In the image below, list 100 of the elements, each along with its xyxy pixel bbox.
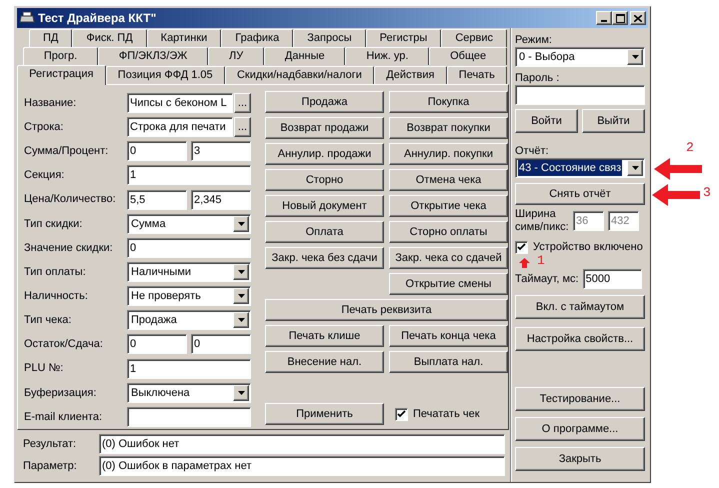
- side-button[interactable]: О программе...: [515, 417, 645, 441]
- text-field[interactable]: Строка для печати: [127, 117, 233, 138]
- login-button[interactable]: Войти: [515, 109, 578, 133]
- annotation-arrow-icon: [654, 158, 702, 180]
- apply-button[interactable]: Применить: [265, 403, 384, 425]
- maximize-button[interactable]: [612, 11, 628, 25]
- action-button[interactable]: Открытие смены: [389, 273, 508, 295]
- action-button[interactable]: Отмена чека: [389, 169, 508, 191]
- maximize-icon: [616, 14, 624, 22]
- action-button[interactable]: Аннулир. продажи: [265, 143, 384, 165]
- checkbox[interactable]: [515, 240, 528, 254]
- dropdown-arrow-icon: [238, 294, 244, 298]
- field-label: PLU №:: [24, 361, 64, 376]
- close-icon: [634, 14, 642, 22]
- text-field[interactable]: 0: [191, 334, 251, 354]
- tab[interactable]: ЛУ: [208, 47, 264, 65]
- dropdown-field[interactable]: 43 - Состояние связ: [515, 158, 645, 178]
- action-button[interactable]: Сторно: [265, 169, 384, 191]
- tab[interactable]: Данные: [264, 47, 346, 65]
- field-label: Секция:: [24, 168, 66, 184]
- side-button[interactable]: Тестирование...: [515, 387, 645, 411]
- text-field[interactable]: 3: [191, 141, 251, 162]
- tab[interactable]: Графика: [221, 29, 294, 47]
- side-button[interactable]: Закрыть: [515, 447, 645, 471]
- text-field[interactable]: [515, 85, 645, 105]
- tab[interactable]: Ниж. ур.: [345, 47, 430, 65]
- text-field[interactable]: 0: [127, 141, 187, 162]
- text-field[interactable]: (0) Ошибок в параметрах нет: [99, 456, 505, 476]
- action-button[interactable]: Печать конца чека: [389, 325, 508, 347]
- tab[interactable]: ФП/ЭКЛЗ/ЭЖ: [98, 47, 208, 65]
- tab[interactable]: Регистрация: [17, 65, 106, 85]
- action-button[interactable]: Внесение нал.: [265, 351, 384, 373]
- dropdown-field[interactable]: Выключена: [127, 382, 251, 403]
- browse-button[interactable]: ...: [234, 93, 251, 114]
- checkbox[interactable]: [395, 408, 408, 420]
- tab[interactable]: Сервис: [441, 29, 507, 47]
- field-label: Режим:: [515, 33, 553, 47]
- field-label: Тип оплаты:: [24, 264, 87, 280]
- tab[interactable]: Регистры: [366, 29, 442, 47]
- login-button[interactable]: Выйти: [582, 109, 645, 133]
- action-button[interactable]: Аннулир. покупки: [389, 143, 508, 165]
- action-button[interactable]: Возврат продажи: [265, 117, 384, 139]
- action-button[interactable]: Закр. чека со сдачей: [389, 247, 508, 269]
- annotation-arrow-icon: [519, 258, 530, 268]
- annotation-number: 3: [703, 186, 711, 199]
- tab[interactable]: Позиция ФФД 1.05: [106, 66, 225, 84]
- action-button[interactable]: Продажа: [265, 91, 384, 113]
- action-button[interactable]: Сторно оплаты: [389, 221, 508, 243]
- field-label: Наличность:: [24, 288, 89, 304]
- dropdown-arrow-icon: [238, 270, 244, 274]
- dropdown-field[interactable]: 0 - Выбора: [515, 47, 645, 67]
- dropdown-arrow-icon: [238, 222, 244, 226]
- status-label: Результат:: [23, 436, 78, 452]
- report-button[interactable]: Снять отчёт: [515, 183, 645, 205]
- minimize-button[interactable]: [596, 11, 612, 25]
- tab[interactable]: Действия: [374, 66, 447, 84]
- status-label: Параметр:: [23, 458, 78, 474]
- dropdown-arrow-icon: [632, 55, 638, 59]
- text-field[interactable]: 5000: [582, 269, 642, 289]
- dropdown-arrow-icon: [632, 166, 638, 170]
- side-button[interactable]: Настройка свойств...: [515, 327, 645, 351]
- text-field[interactable]: 1: [127, 358, 251, 379]
- field-label: Название:: [24, 96, 78, 111]
- action-button[interactable]: Печать клише: [265, 325, 384, 347]
- tab[interactable]: ПД: [29, 29, 72, 47]
- text-field[interactable]: 0: [127, 334, 187, 354]
- text-field[interactable]: Чипсы с беконом L: [127, 93, 233, 114]
- tab[interactable]: Печать: [446, 66, 508, 84]
- action-button[interactable]: Новый документ: [265, 195, 384, 217]
- text-field[interactable]: 2,345: [191, 190, 251, 210]
- field-label: Значение скидки:: [24, 240, 114, 256]
- checkbox-label: Устройство включено: [533, 240, 643, 255]
- window-title: Тест Драйвера ККТ": [38, 10, 156, 27]
- close-button[interactable]: [630, 11, 646, 25]
- action-button[interactable]: Закр. чека без сдачи: [265, 247, 384, 269]
- tab[interactable]: Общее: [429, 47, 507, 65]
- field-label: Остаток/Сдача:: [24, 337, 104, 352]
- tab[interactable]: Картинки: [146, 29, 222, 47]
- text-field[interactable]: (0) Ошибок нет: [99, 434, 505, 454]
- dropdown-field[interactable]: Наличными: [127, 262, 251, 282]
- text-field[interactable]: [127, 406, 251, 427]
- action-button[interactable]: Оплата: [265, 221, 384, 243]
- tab[interactable]: Скидки/надбавки/налоги: [224, 66, 374, 84]
- side-button[interactable]: Вкл. с таймаутом: [515, 295, 645, 319]
- text-field[interactable]: 5,5: [127, 190, 187, 210]
- tab[interactable]: Прогр.: [23, 47, 98, 65]
- text-field[interactable]: 1: [127, 165, 251, 186]
- dropdown-field[interactable]: Не проверять: [127, 286, 251, 306]
- dropdown-field[interactable]: Сумма: [127, 214, 251, 234]
- action-button[interactable]: Печать реквизита: [265, 299, 508, 321]
- dropdown-field[interactable]: Продажа: [127, 310, 251, 330]
- action-button[interactable]: Открытие чека: [389, 195, 508, 217]
- browse-button[interactable]: ...: [234, 117, 251, 138]
- action-button[interactable]: Выплата нал.: [389, 351, 508, 373]
- field-label: E-mail клиента:: [24, 410, 104, 425]
- tab[interactable]: Запросы: [293, 29, 366, 47]
- action-button[interactable]: Возврат покупки: [389, 117, 508, 139]
- text-field[interactable]: 0: [127, 238, 251, 258]
- action-button[interactable]: Покупка: [389, 91, 508, 113]
- tab[interactable]: Фиск. ПД: [72, 29, 147, 47]
